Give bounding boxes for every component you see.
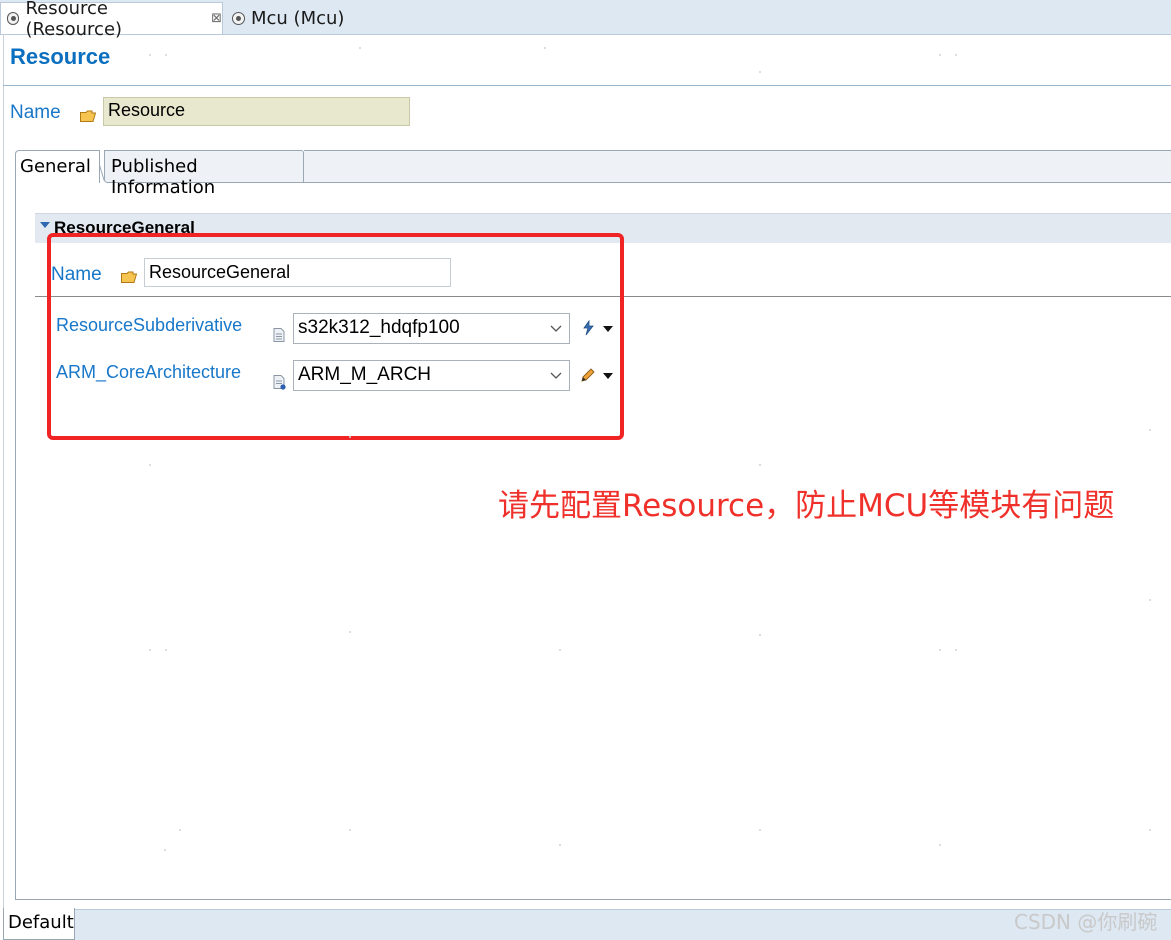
tab-published-information[interactable]: Published Information bbox=[104, 150, 304, 198]
tab-default[interactable]: Default bbox=[3, 908, 75, 940]
annotation-text: 请先配置Resource，防止MCU等模块有问题 bbox=[498, 488, 1115, 524]
module-icon bbox=[7, 12, 20, 25]
tab-strip bbox=[304, 150, 1171, 182]
editor-tab-mcu[interactable]: Mcu (Mcu) bbox=[226, 2, 366, 34]
title-divider bbox=[3, 85, 1171, 86]
page-title: Resource bbox=[10, 44, 111, 69]
folder-icon bbox=[80, 110, 96, 122]
tab-general[interactable]: General bbox=[15, 150, 100, 183]
close-icon[interactable]: ⊠ bbox=[211, 11, 222, 26]
annotation-highlight-box bbox=[47, 233, 624, 440]
module-icon bbox=[232, 11, 245, 25]
collapse-icon[interactable] bbox=[40, 222, 50, 228]
bottom-tab-strip bbox=[74, 909, 1171, 940]
name-field[interactable]: Resource bbox=[103, 97, 410, 126]
watermark: CSDN @你刷碗 bbox=[1014, 910, 1158, 934]
editor-tab-resource[interactable]: Resource (Resource) ⊠ bbox=[0, 0, 223, 40]
editor-tab-label: Mcu (Mcu) bbox=[251, 7, 345, 29]
name-label: Name bbox=[10, 102, 61, 123]
